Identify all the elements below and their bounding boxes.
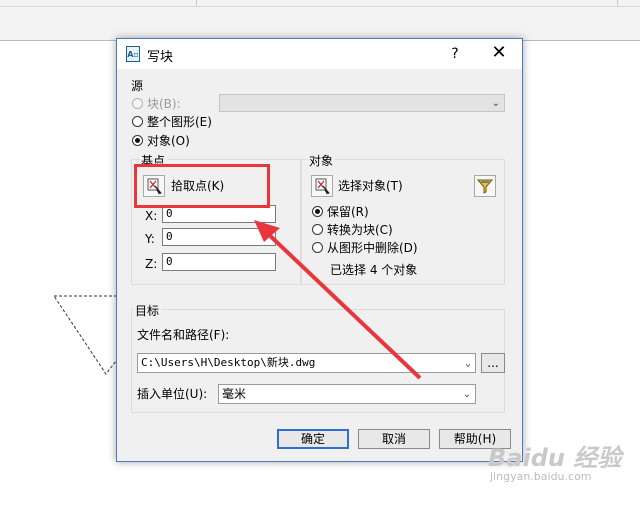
- entire-drawing-label: 整个图形(E): [147, 115, 212, 129]
- cancel-button[interactable]: 取消: [358, 429, 430, 449]
- toolbar-strip: [196, 0, 618, 6]
- block-radio[interactable]: [132, 98, 143, 109]
- objects-radio-label: 对象(O): [147, 134, 190, 148]
- x-label: X:: [145, 209, 158, 223]
- close-icon[interactable]: ✕: [487, 43, 511, 65]
- z-label: Z:: [145, 257, 158, 271]
- help-question-icon[interactable]: ?: [445, 43, 465, 65]
- entire-drawing-radio[interactable]: [132, 116, 143, 127]
- chevron-down-icon: ⌄: [464, 358, 471, 369]
- dialog-title: 写块: [147, 50, 174, 65]
- insert-units-value: 毫米: [222, 387, 247, 401]
- filename-label: 文件名和路径(F):: [137, 328, 230, 342]
- watermark-url: jingyan.baidu.com: [490, 470, 592, 483]
- app-icon: A▫: [126, 46, 140, 62]
- filter-funnel-icon: [476, 179, 494, 194]
- annotation-arrow: [254, 220, 422, 380]
- select-objects-button[interactable]: [311, 175, 333, 197]
- objects-group-label: 对象: [307, 152, 336, 169]
- block-radio-label: 块(B):: [147, 97, 181, 111]
- retain-radio[interactable]: [312, 206, 323, 217]
- ok-button[interactable]: 确定: [277, 429, 349, 449]
- block-name-select[interactable]: ⌄: [219, 94, 505, 112]
- toolbar-divider: [0, 6, 640, 7]
- browse-button[interactable]: ...: [481, 353, 505, 373]
- app-toolbar: [0, 0, 640, 41]
- chevron-down-icon: ⌄: [491, 98, 500, 109]
- retain-label: 保留(R): [327, 205, 369, 219]
- source-label: 源: [131, 79, 144, 93]
- quick-select-button[interactable]: [474, 175, 496, 197]
- objects-radio[interactable]: [132, 135, 143, 146]
- watermark-logo: Baidu 经验: [488, 444, 622, 472]
- title-bar[interactable]: A▫ 写块 ? ✕: [117, 39, 522, 69]
- chevron-down-icon: ⌄: [462, 389, 471, 400]
- units-label: 插入单位(U):: [137, 387, 208, 401]
- select-objects-label: 选择对象(T): [338, 179, 403, 193]
- y-label: Y:: [145, 232, 155, 246]
- select-objects-icon: [315, 178, 330, 195]
- highlight-box: [134, 164, 270, 208]
- destination-label: 目标: [133, 302, 162, 319]
